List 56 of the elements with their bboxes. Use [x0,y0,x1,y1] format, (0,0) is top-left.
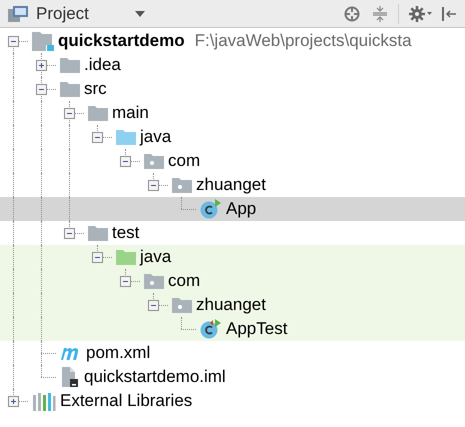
collapse-toggle-icon[interactable] [120,276,131,287]
folder-icon [116,129,136,145]
collapse-all-icon[interactable] [372,6,388,22]
package-folder-icon [144,273,164,289]
node-label: com [168,150,200,172]
node-label: zhuanget [196,174,266,196]
expand-toggle-icon[interactable] [36,60,47,71]
tree-row[interactable]: zhuanget [0,293,465,317]
node-label: java [140,246,172,268]
package-folder-icon [172,177,192,193]
class-icon [200,319,222,339]
collapse-toggle-icon[interactable] [92,132,103,143]
collapse-toggle-icon[interactable] [120,156,131,167]
package-folder-icon [144,153,164,169]
node-label: quickstartdemo [58,30,185,52]
collapse-toggle-icon[interactable] [64,228,75,239]
file-icon [60,367,80,387]
collapse-toggle-icon[interactable] [8,36,19,47]
collapse-toggle-icon[interactable] [64,108,75,119]
locate-icon[interactable] [344,6,360,22]
node-label: quickstartdemo.iml [84,366,226,388]
collapse-toggle-icon[interactable] [92,252,103,263]
collapse-toggle-icon[interactable] [148,300,159,311]
tree-row[interactable]: com [0,269,465,293]
node-path: F:\javaWeb\projects\quicksta [194,30,412,52]
dropdown-caret-icon[interactable] [134,10,145,16]
tree-row[interactable]: App [0,197,465,221]
class-icon [200,199,222,219]
tree-row[interactable]: AppTest [0,317,465,341]
libraries-icon [32,391,56,411]
node-label: AppTest [226,318,288,340]
node-label: com [168,270,200,292]
package-folder-icon [172,297,192,313]
node-label: External Libraries [60,390,192,412]
collapse-toggle-icon[interactable] [36,84,47,95]
folder-icon [116,249,136,265]
node-label: src [84,78,107,100]
panel-title: Project [36,2,89,25]
node-label: main [112,102,149,124]
settings-icon[interactable] [409,6,433,22]
node-label: App [226,198,256,220]
module-folder-icon [32,31,54,51]
folder-icon [88,225,108,241]
node-label: test [112,222,140,244]
node-label: .idea [84,54,121,76]
project-icon [8,6,28,22]
folder-icon [60,81,80,97]
node-label: pom.xml [86,342,150,364]
node-label: java [140,126,172,148]
tree-row[interactable]: java [0,245,465,269]
folder-icon [60,57,80,73]
collapse-toggle-icon[interactable] [148,180,159,191]
expand-toggle-icon[interactable] [8,396,19,407]
folder-icon [88,105,108,121]
node-label: zhuanget [196,294,266,316]
hide-panel-icon[interactable] [441,6,457,22]
